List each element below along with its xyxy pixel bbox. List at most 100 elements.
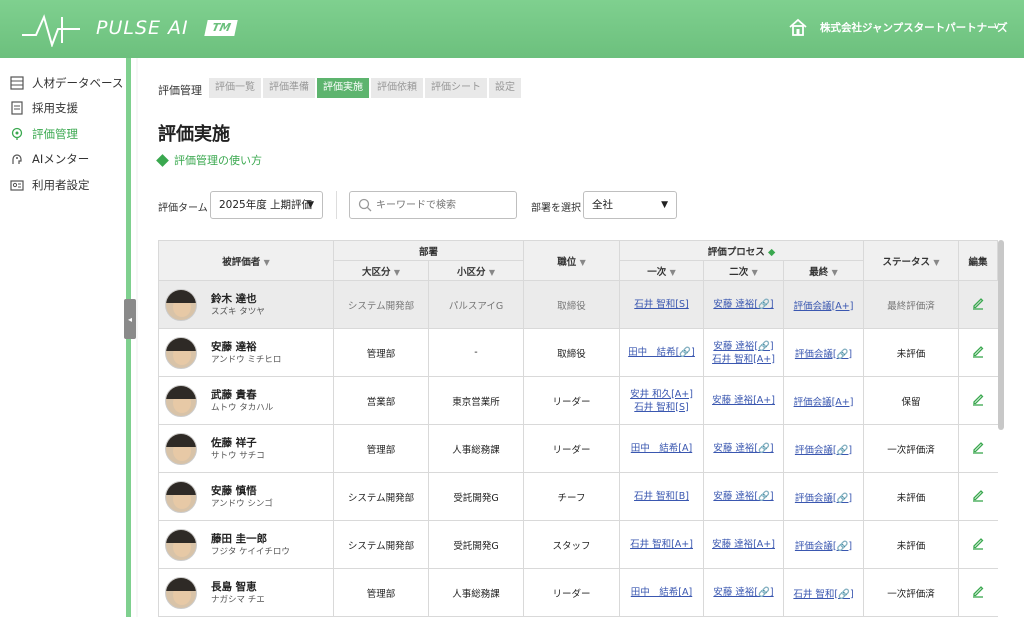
sort-icon[interactable]: ▼ [752, 268, 758, 277]
table-row[interactable]: 藤田 圭一郎 フジタ ケイイチロウ システム開発部 受託開発G スタッフ 石井 智和[A+… [158, 520, 998, 569]
evaluator-link[interactable]: 安藤 達裕[A+] [712, 539, 775, 550]
edit-icon[interactable] [971, 440, 985, 454]
table-row[interactable]: 長島 智恵 ナガシマ チエ 管理部 人事総務課 リーダー 田中 結希[A] 安藤 達裕[🔗]… [158, 568, 998, 617]
second-eval-cell: 安藤 達裕[🔗] [703, 568, 784, 617]
final-evaluator-link[interactable]: 評価会議[A+] [794, 397, 854, 408]
dept-label: 部署を選択 [531, 203, 581, 214]
evaluator-link[interactable]: 石井 智和[B] [634, 491, 689, 502]
employee-kana: サトウ サチコ [211, 450, 265, 461]
avatar [165, 528, 197, 561]
edit-icon[interactable] [971, 584, 985, 598]
sidebar-item-recruiting[interactable]: 採用支援 [10, 98, 78, 118]
dept-minor-cell: 人事総務課 [427, 424, 524, 473]
position-cell: 取締役 [523, 328, 620, 377]
table-row[interactable]: 安藤 達裕 アンドウ ミチヒロ 管理部 - 取締役 田中 結希[🔗] 安藤 達裕[🔗] 石井 … [158, 328, 998, 377]
evaluator-link[interactable]: 石井 智和[A+] [630, 539, 693, 550]
sort-icon[interactable]: ▼ [580, 258, 586, 267]
user-settings-icon [10, 180, 24, 191]
evaluator-link[interactable]: 安藤 達裕[A+] [712, 395, 775, 406]
column-header-process: 評価プロセス ◆ [619, 240, 865, 261]
status-cell: 保留 [863, 376, 959, 425]
column-header-employee[interactable]: 被評価者 ▼ [158, 240, 334, 281]
table-body: 鈴木 達也 スズキ タツヤ システム開発部 パルスアイG 取締役 石井 智和[S] 安藤 達… [158, 280, 998, 617]
tab-evaluation-execute[interactable]: 評価実施 [317, 78, 369, 98]
column-header-dept-minor[interactable]: 小区分 ▼ [427, 260, 525, 281]
sidebar-item-user-settings[interactable]: 利用者設定 [10, 175, 90, 195]
dept-select[interactable]: 全社 ▼ [583, 191, 677, 219]
column-header-first[interactable]: 一次 ▼ [619, 260, 705, 281]
table-row[interactable]: 佐藤 祥子 サトウ サチコ 管理部 人事総務課 リーダー 田中 結希[A] 安藤 達裕[🔗]… [158, 424, 998, 473]
sidebar-item-label: 評価管理 [32, 127, 78, 141]
sort-icon[interactable]: ▼ [489, 268, 495, 277]
second-eval-cell: 安藤 達裕[🔗] 石井 智和[A+] [703, 328, 784, 377]
term-select[interactable]: 2025年度 上期評価 ▼ [210, 191, 323, 219]
column-header-position[interactable]: 職位 ▼ [523, 240, 621, 281]
sort-icon[interactable]: ▼ [832, 268, 838, 277]
final-evaluator-link[interactable]: 評価会議[A+] [794, 301, 854, 312]
final-evaluator-link[interactable]: 石井 智和[🔗] [793, 589, 853, 600]
tab-evaluation-list[interactable]: 評価一覧 [209, 78, 261, 98]
evaluator-link[interactable]: 田中 結希[A] [631, 587, 692, 598]
employee-kana: アンドウ ミチヒロ [211, 354, 282, 365]
final-eval-cell: 評価会議[🔗] [783, 472, 864, 521]
final-evaluator-link[interactable]: 評価会議[🔗] [795, 445, 852, 456]
tab-evaluation-request[interactable]: 評価依頼 [371, 78, 423, 98]
search-input[interactable] [376, 196, 512, 214]
tab-evaluation-prep[interactable]: 評価準備 [263, 78, 315, 98]
final-evaluator-link[interactable]: 評価会議[🔗] [795, 349, 852, 360]
table-row[interactable]: 安藤 慎悟 アンドウ シンゴ システム開発部 受託開発G チーフ 石井 智和[B] 安藤 達… [158, 472, 998, 521]
sort-icon[interactable]: ▼ [264, 258, 270, 267]
home-icon[interactable] [788, 17, 808, 37]
sidebar-item-evaluation[interactable]: 評価管理 [10, 124, 78, 144]
dept-minor-cell: 東京営業所 [427, 376, 524, 425]
table-row[interactable]: 武藤 貴春 ムトウ タカハル 営業部 東京営業所 リーダー 安井 和久[A+] 石井 智和[… [158, 376, 998, 425]
tab-evaluation-sheet[interactable]: 評価シート [425, 78, 487, 98]
help-link[interactable]: 評価管理の使い方 [156, 152, 262, 168]
final-evaluator-link[interactable]: 評価会議[🔗] [795, 493, 852, 504]
chevron-down-icon[interactable]: ∨ [993, 21, 1000, 32]
edit-icon[interactable] [971, 536, 985, 550]
dept-major-cell: 管理部 [333, 328, 429, 377]
column-header-dept-major[interactable]: 大区分 ▼ [333, 260, 429, 281]
evaluator-link[interactable]: 安藤 達裕[🔗] [713, 587, 773, 598]
column-header-second[interactable]: 二次 ▼ [703, 260, 785, 281]
second-eval-cell: 安藤 達裕[🔗] [703, 472, 784, 521]
dept-select-value: 全社 [592, 199, 613, 211]
evaluator-link[interactable]: 安藤 達裕[🔗] [713, 299, 773, 310]
search-box[interactable] [349, 191, 517, 219]
evaluator-link[interactable]: 田中 結希[A] [631, 443, 692, 454]
sort-icon[interactable]: ▼ [933, 258, 939, 267]
column-header-department: 部署 [332, 240, 525, 261]
edit-icon[interactable] [971, 488, 985, 502]
evaluator-link[interactable]: 石井 智和[S] [634, 299, 688, 310]
column-header-status[interactable]: ステータス ▼ [863, 240, 960, 281]
pulse-logo-icon[interactable] [22, 13, 80, 47]
sidebar-item-talent-database[interactable]: 人材データベース [10, 73, 123, 93]
term-label: 評価ターム [158, 203, 208, 214]
edit-icon[interactable] [971, 344, 985, 358]
edit-icon[interactable] [971, 392, 985, 406]
column-header-final[interactable]: 最終 ▼ [783, 260, 865, 281]
sidebar-collapse-toggle[interactable]: ◂ [124, 299, 136, 339]
evaluator-link[interactable]: 安井 和久[A+] [630, 389, 693, 400]
sort-icon[interactable]: ▼ [670, 268, 676, 277]
app-header: PULSE AI TM 株式会社ジャンプスタートパートナーズ ∨ [0, 0, 1024, 58]
edit-icon[interactable] [971, 296, 985, 310]
sort-icon[interactable]: ▼ [394, 268, 400, 277]
evaluator-link[interactable]: 田中 結希[🔗] [628, 347, 695, 358]
evaluator-link[interactable]: 石井 智和[A+] [712, 354, 775, 365]
evaluator-link[interactable]: 安藤 達裕[🔗] [713, 341, 773, 352]
evaluator-link[interactable]: 石井 智和[S] [634, 402, 688, 413]
evaluator-link[interactable]: 安藤 達裕[🔗] [713, 443, 773, 454]
table-row[interactable]: 鈴木 達也 スズキ タツヤ システム開発部 パルスアイG 取締役 石井 智和[S] 安藤 達… [158, 280, 998, 329]
sidebar-item-ai-mentor[interactable]: AIメンター [10, 149, 89, 169]
ai-head-icon [12, 154, 22, 164]
diamond-icon: ◆ [768, 246, 776, 258]
tab-settings[interactable]: 設定 [489, 78, 521, 98]
evaluator-link[interactable]: 安藤 達裕[🔗] [713, 491, 773, 502]
table-scrollbar[interactable] [998, 240, 1004, 430]
final-evaluator-link[interactable]: 評価会議[🔗] [795, 541, 852, 552]
final-eval-cell: 評価会議[🔗] [783, 424, 864, 473]
avatar [165, 432, 197, 465]
company-name[interactable]: 株式会社ジャンプスタートパートナーズ [820, 20, 1008, 35]
